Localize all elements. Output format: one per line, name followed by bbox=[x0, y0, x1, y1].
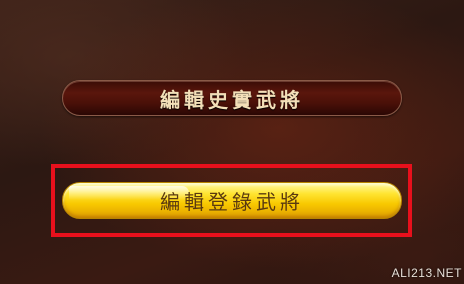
edit-registered-officers-label: 編輯登錄武將 bbox=[160, 190, 304, 214]
edit-historical-officers-button[interactable]: 編輯史實武將 bbox=[62, 80, 402, 116]
edit-registered-officers-button[interactable]: 編輯登錄武將 bbox=[62, 182, 402, 219]
site-watermark: ALI213.NET bbox=[391, 266, 462, 280]
edit-historical-officers-label: 編輯史實武將 bbox=[160, 87, 304, 112]
